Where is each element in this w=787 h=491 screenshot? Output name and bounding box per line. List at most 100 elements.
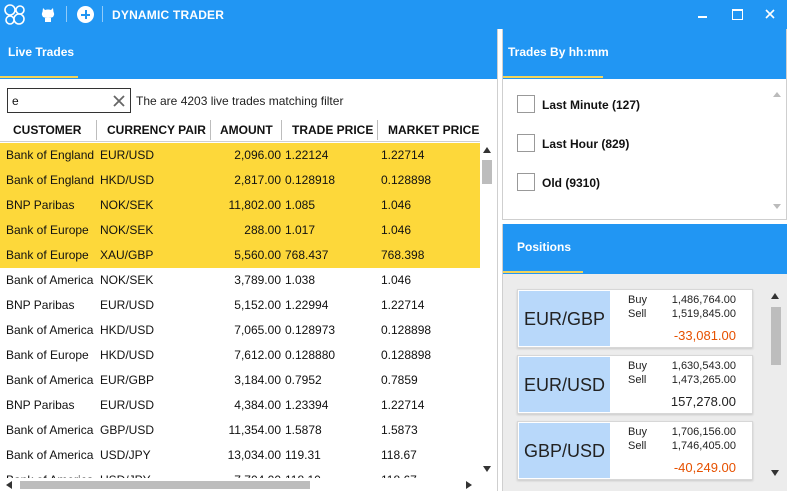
table-row[interactable]: Bank of Europe HKD/USD 7,612.00 0.128880 0.1… xyxy=(0,343,480,368)
cell-trade-price: 1.22994 xyxy=(285,298,329,312)
cell-customer: BNP Paribas xyxy=(6,398,75,412)
position-pnl: -33,081.00 xyxy=(673,328,736,343)
positions-title: Positions xyxy=(517,240,572,254)
add-circle-icon[interactable] xyxy=(77,6,94,23)
column-header-currency-pair[interactable]: CURRENCY PAIR xyxy=(107,118,206,142)
title-separator xyxy=(102,6,103,22)
position-card[interactable]: GBP/USD Buy Sell 1,706,156.00 1,746,405.00 -4… xyxy=(517,421,753,480)
cell-amount: 288.00 xyxy=(244,223,281,237)
cell-trade-price: 1.038 xyxy=(285,273,316,287)
buy-label: Buy xyxy=(628,360,647,372)
cell-customer: Bank of America xyxy=(6,448,94,462)
trades-grid-header: CUSTOMER CURRENCY PAIR AMOUNT TRADE PRIC… xyxy=(0,118,480,142)
table-row[interactable]: BNP Paribas NOK/SEK 11,802.00 1.085 1.046 xyxy=(0,193,480,218)
position-pnl: -40,249.00 xyxy=(673,460,736,475)
table-row[interactable]: BNP Paribas EUR/USD 4,384.00 1.23394 1.22714 xyxy=(0,393,480,418)
maximize-button[interactable] xyxy=(720,0,754,29)
column-header-customer[interactable]: CUSTOMER xyxy=(13,118,81,142)
cell-trade-price: 0.128918 xyxy=(285,173,336,187)
scroll-down-icon[interactable] xyxy=(773,204,781,209)
filter-option-label: Old (9310) xyxy=(542,176,601,190)
cell-trade-price: 0.128973 xyxy=(285,323,336,337)
table-row[interactable]: Bank of America EUR/GBP 3,184.00 0.7952 0.78… xyxy=(0,368,480,393)
cell-market-price: 1.5873 xyxy=(381,423,418,437)
column-separator[interactable] xyxy=(210,120,211,140)
scroll-thumb[interactable] xyxy=(20,481,310,489)
buy-amount: 1,630,543.00 xyxy=(671,360,736,372)
filter-option-label: Last Hour (829) xyxy=(542,137,630,151)
scroll-down-icon[interactable] xyxy=(771,470,779,476)
column-header-market-price[interactable]: MARKET PRICE xyxy=(388,118,479,142)
column-separator[interactable] xyxy=(281,120,282,140)
cell-trade-price: 1.085 xyxy=(285,198,316,212)
trades-vertical-scrollbar[interactable] xyxy=(480,143,494,478)
match-count-text: The are 4203 live trades matching filter xyxy=(136,94,344,108)
cell-amount: 2,096.00 xyxy=(234,148,281,162)
cell-market-price: 118.67 xyxy=(381,448,417,462)
scroll-up-icon[interactable] xyxy=(773,92,781,97)
currency-pair-label: GBP/USD xyxy=(523,441,606,461)
cell-amount: 3,184.00 xyxy=(234,373,281,387)
checkbox[interactable] xyxy=(517,95,535,113)
header-underline xyxy=(503,76,603,78)
table-row[interactable]: Bank of America HKD/USD 7,065.00 0.128973 0.… xyxy=(0,318,480,343)
trades-horizontal-scrollbar[interactable] xyxy=(0,478,480,491)
table-row[interactable]: Bank of England EUR/USD 2,096.00 1.22124 1.2… xyxy=(0,143,480,168)
table-row[interactable]: Bank of Europe NOK/SEK 288.00 1.017 1.046 xyxy=(0,218,480,243)
table-row[interactable]: BNP Paribas EUR/USD 5,152.00 1.22994 1.22714 xyxy=(0,293,480,318)
checkbox[interactable] xyxy=(517,134,535,152)
column-separator[interactable] xyxy=(377,120,378,140)
cell-customer: BNP Paribas xyxy=(6,298,75,312)
cell-trade-price: 1.017 xyxy=(285,223,316,237)
position-card[interactable]: EUR/USD Buy Sell 1,630,543.00 1,473,265.00 15… xyxy=(517,355,753,414)
positions-vertical-scrollbar[interactable] xyxy=(768,289,782,479)
sell-label: Sell xyxy=(628,440,647,452)
trades-by-time-options: Last Minute (127) Last Hour (829) Old (9… xyxy=(503,79,786,219)
column-header-trade-price[interactable]: TRADE PRICE xyxy=(292,118,373,142)
column-separator[interactable] xyxy=(96,120,97,140)
trades-by-time-panel: Trades By hh:mm Last Minute (127) Last H… xyxy=(502,29,787,220)
scroll-left-icon[interactable] xyxy=(6,481,12,489)
filter-box xyxy=(7,88,131,113)
table-row[interactable]: Bank of America GBP/USD 11,354.00 1.5878 1.5… xyxy=(0,418,480,443)
position-card[interactable]: EUR/GBP Buy Sell 1,486,764.00 1,519,845.00 -3… xyxy=(517,289,753,348)
cell-trade-price: 1.22124 xyxy=(285,148,329,162)
scroll-up-icon[interactable] xyxy=(771,293,779,299)
filter-input[interactable] xyxy=(12,92,110,109)
close-icon xyxy=(765,9,775,19)
table-row[interactable]: Bank of England HKD/USD 2,817.00 0.128918 0.… xyxy=(0,168,480,193)
cell-trade-price: 119.31 xyxy=(285,448,321,462)
minimize-button[interactable] xyxy=(686,0,720,29)
scroll-down-icon[interactable] xyxy=(483,466,491,472)
clear-filter-icon[interactable] xyxy=(112,94,126,108)
scroll-thumb[interactable] xyxy=(771,307,781,365)
github-icon[interactable] xyxy=(40,5,56,23)
currency-pair-tile: GBP/USD xyxy=(519,423,610,478)
cell-market-price: 0.128898 xyxy=(381,323,432,337)
scroll-right-icon[interactable] xyxy=(466,481,472,489)
position-pnl: 157,278.00 xyxy=(670,394,736,409)
scroll-thumb[interactable] xyxy=(482,160,492,184)
checkbox[interactable] xyxy=(517,173,535,191)
scroll-up-icon[interactable] xyxy=(483,147,491,153)
table-row[interactable]: Bank of America NOK/SEK 3,789.00 1.038 1.046 xyxy=(0,268,480,293)
table-row[interactable]: Bank of America USD/JPY 13,034.00 119.31 118… xyxy=(0,443,480,468)
table-row[interactable]: Bank of Europe XAU/GBP 5,560.00 768.437 768.… xyxy=(0,243,480,268)
header-underline xyxy=(0,76,78,78)
cell-amount: 7,612.00 xyxy=(234,348,281,362)
close-button[interactable] xyxy=(753,0,787,29)
column-header-amount[interactable]: AMOUNT xyxy=(220,118,273,142)
sell-label: Sell xyxy=(628,374,647,386)
cell-currency-pair: HKD/USD xyxy=(100,173,155,187)
cell-currency-pair: USD/JPY xyxy=(100,448,151,462)
trades-by-time-header: Trades By hh:mm xyxy=(503,29,786,79)
sell-amount: 1,473,265.00 xyxy=(671,374,736,386)
cell-amount: 5,560.00 xyxy=(234,248,281,262)
cell-market-price: 1.22714 xyxy=(381,148,425,162)
cell-currency-pair: EUR/USD xyxy=(100,148,155,162)
cell-market-price: 1.22714 xyxy=(381,398,425,412)
positions-list: EUR/GBP Buy Sell 1,486,764.00 1,519,845.00 -3… xyxy=(503,274,787,491)
cell-amount: 11,354.00 xyxy=(228,423,282,437)
table-row[interactable]: Bank of AmericaUSD/JPY7,704.00118.10118.… xyxy=(0,468,480,478)
cell-market-price: 1.046 xyxy=(381,223,412,237)
